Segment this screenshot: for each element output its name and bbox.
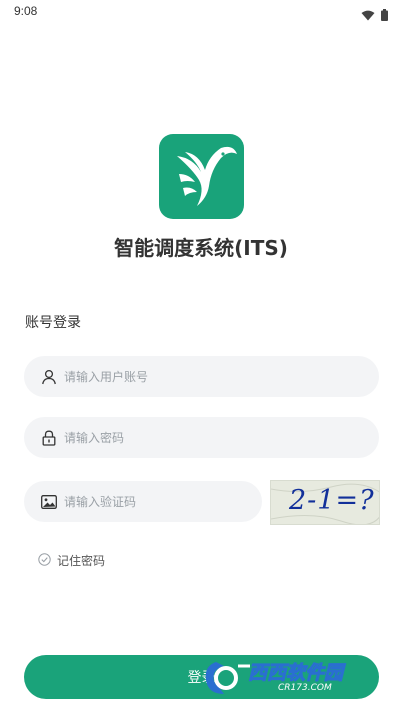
- captcha-input[interactable]: [64, 494, 214, 509]
- lock-icon: [40, 429, 58, 447]
- captcha-image[interactable]: 2-1=?: [270, 480, 380, 525]
- username-input[interactable]: [64, 369, 324, 384]
- bird-logo-icon: [177, 146, 237, 206]
- watermark-logo: 西西软件园 CR173.COM: [204, 656, 380, 700]
- app-title: 智能调度系统(ITS): [114, 236, 288, 260]
- image-icon: [40, 493, 58, 511]
- login-section-label: 账号登录: [25, 315, 81, 331]
- remember-password-toggle[interactable]: 记住密码: [38, 552, 105, 569]
- status-icons: [361, 6, 388, 25]
- watermark-domain: CR173.COM: [278, 683, 332, 693]
- user-icon: [40, 368, 58, 386]
- check-circle-icon[interactable]: [38, 552, 51, 569]
- password-input[interactable]: [64, 430, 324, 445]
- captcha-field[interactable]: [24, 481, 262, 522]
- captcha-text: 2-1=?: [289, 485, 375, 516]
- password-field[interactable]: [24, 417, 379, 458]
- battery-icon: [381, 6, 388, 25]
- remember-password-label: 记住密码: [57, 554, 106, 568]
- status-time: 9:08: [14, 4, 38, 18]
- app-logo: [159, 134, 244, 219]
- username-field[interactable]: [24, 356, 379, 397]
- wifi-icon: [361, 6, 375, 25]
- status-bar: 9:08: [0, 0, 402, 26]
- watermark-brand: 西西软件园: [247, 662, 344, 685]
